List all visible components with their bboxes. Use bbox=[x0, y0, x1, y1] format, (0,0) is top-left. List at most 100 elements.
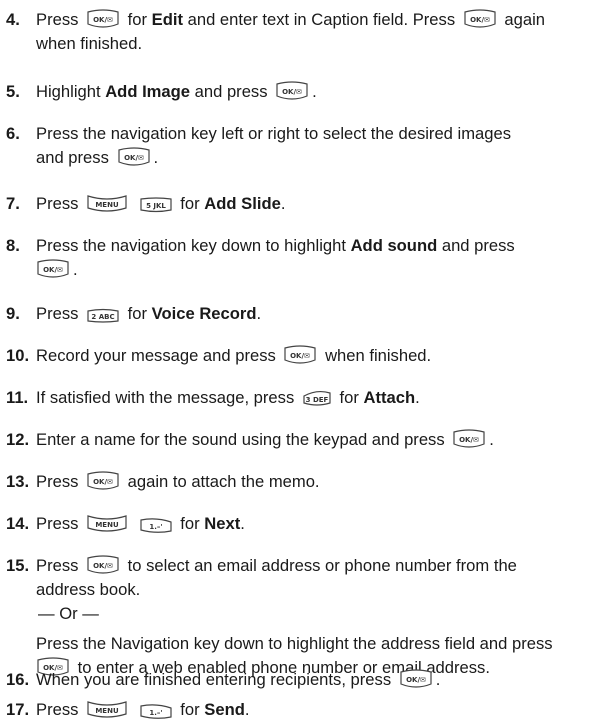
step-text-part: for bbox=[180, 700, 200, 719]
step-text-part: when finished. bbox=[325, 346, 432, 365]
svg-text:MENU: MENU bbox=[95, 521, 119, 529]
svg-text:MENU: MENU bbox=[95, 201, 119, 209]
step-number: 17. bbox=[6, 700, 30, 719]
step-text: Highlight Add Image and press OK/✉. bbox=[36, 80, 596, 104]
step-text-part: for bbox=[180, 194, 200, 213]
step-text: Press OK/✉ to select an email address or… bbox=[36, 554, 596, 680]
ok-key-icon: OK/✉ bbox=[275, 80, 309, 102]
step-text-part: Press bbox=[36, 194, 79, 213]
ok-key-icon: OK/✉ bbox=[399, 668, 433, 690]
step-text-part: When you are finished entering recipient… bbox=[36, 670, 392, 689]
svg-text:OK/✉: OK/✉ bbox=[124, 154, 144, 162]
step-text-part: to select an email address or phone numb… bbox=[127, 556, 517, 575]
step-text-part: and press bbox=[36, 148, 109, 167]
svg-text:OK/✉: OK/✉ bbox=[406, 676, 426, 684]
step-text-part: Press bbox=[36, 472, 79, 491]
step-text-part: . bbox=[240, 514, 245, 533]
step-keyword: Voice Record bbox=[151, 304, 257, 323]
step-text-part: for bbox=[339, 388, 359, 407]
step-number: 6. bbox=[6, 124, 20, 143]
step-text-part: and press bbox=[441, 236, 515, 255]
step-keyword: Next bbox=[204, 514, 241, 533]
step-number: 8. bbox=[6, 236, 20, 255]
svg-text:OK/✉: OK/✉ bbox=[93, 16, 113, 24]
step-number: 15. bbox=[6, 556, 30, 575]
step-text-part: . bbox=[256, 304, 262, 323]
step-text: Press 2 ABC for Voice Record. bbox=[36, 302, 596, 326]
step-text: If satisfied with the message, press 3 D… bbox=[36, 386, 596, 410]
step-number: 14. bbox=[6, 514, 30, 533]
ok-key-icon: OK/✉ bbox=[452, 428, 486, 450]
step-text: Press MENU 5 JKL for Add Slide. bbox=[36, 192, 596, 216]
step-text-part: for bbox=[127, 304, 148, 323]
step-number: 7. bbox=[6, 194, 20, 213]
step-keyword: Attach bbox=[363, 388, 416, 407]
step-text-part: again to attach the memo. bbox=[127, 472, 320, 491]
step-text-part: Press the navigation key left or right t… bbox=[36, 124, 512, 143]
step-number: 12. bbox=[6, 430, 30, 449]
key-5-icon: 5 JKL bbox=[139, 196, 173, 214]
svg-text:OK/✉: OK/✉ bbox=[291, 352, 311, 360]
step-keyword: Add Image bbox=[105, 82, 191, 101]
step-text: Record your message and press OK/✉ when … bbox=[36, 344, 596, 368]
step-text: Press MENU 1.–' for Send. bbox=[36, 698, 596, 722]
step-text-part: address book. bbox=[36, 580, 141, 599]
step-text-part: Highlight bbox=[36, 82, 101, 101]
step-text-part: . bbox=[280, 194, 286, 213]
step-number: 13. bbox=[6, 472, 30, 491]
step-text-part: Press bbox=[36, 556, 79, 575]
menu-key-icon: MENU bbox=[86, 700, 128, 720]
step-text-part: Press the Navigation key down to highlig… bbox=[36, 634, 553, 653]
step-text: Press the navigation key down to highlig… bbox=[36, 234, 596, 282]
key-1-icon: 1.–' bbox=[139, 702, 173, 720]
step-text-part: and enter text in Caption field. Press bbox=[187, 10, 456, 29]
ok-key-icon: OK/✉ bbox=[117, 146, 151, 168]
step-text: Press OK/✉ for Edit and enter text in Ca… bbox=[36, 8, 596, 56]
step-text: Press the navigation key left or right t… bbox=[36, 122, 596, 170]
svg-text:3 DEF: 3 DEF bbox=[306, 396, 329, 404]
ok-key-icon: OK/✉ bbox=[86, 554, 120, 576]
step-text: Enter a name for the sound using the key… bbox=[36, 428, 596, 452]
step-text: Press OK/✉ again to attach the memo. bbox=[36, 470, 596, 494]
step-text: When you are finished entering recipient… bbox=[36, 668, 596, 692]
ok-key-icon: OK/✉ bbox=[36, 258, 70, 280]
svg-text:OK/✉: OK/✉ bbox=[43, 266, 63, 274]
svg-text:OK/✉: OK/✉ bbox=[459, 436, 479, 444]
menu-key-icon: MENU bbox=[86, 194, 128, 214]
ok-key-icon: OK/✉ bbox=[86, 470, 120, 492]
key-3-icon: 3 DEF bbox=[302, 388, 332, 408]
step-text-part: again bbox=[504, 10, 545, 29]
step-text-part: for bbox=[127, 10, 148, 29]
step-text-part: . bbox=[312, 82, 317, 101]
step-text-part: Enter a name for the sound using the key… bbox=[36, 430, 445, 449]
step-number: 10. bbox=[6, 346, 30, 365]
step-text-part: Press bbox=[36, 514, 79, 533]
svg-text:5 JKL: 5 JKL bbox=[146, 202, 166, 210]
ok-key-icon: OK/✉ bbox=[463, 8, 497, 30]
step-text: Press MENU 1.–' for Next. bbox=[36, 512, 596, 536]
step-text-part: and press bbox=[194, 82, 268, 101]
step-text-part: Press bbox=[36, 10, 79, 29]
step-text-part: Record your message and press bbox=[36, 346, 276, 365]
step-text-part: when finished. bbox=[36, 34, 143, 53]
step-text-part: . bbox=[73, 260, 78, 279]
step-keyword: Send bbox=[204, 700, 245, 719]
svg-text:1.–': 1.–' bbox=[149, 523, 162, 531]
key-1-icon: 1.–' bbox=[139, 516, 173, 534]
svg-text:1.–': 1.–' bbox=[149, 709, 162, 717]
svg-text:MENU: MENU bbox=[95, 707, 119, 715]
step-keyword: Add Slide bbox=[204, 194, 281, 213]
step-text-part: Press the navigation key down to highlig… bbox=[36, 236, 346, 255]
key-2-icon: 2 ABC bbox=[86, 306, 120, 324]
svg-text:OK/✉: OK/✉ bbox=[282, 88, 302, 96]
step-number: 4. bbox=[6, 10, 20, 29]
menu-key-icon: MENU bbox=[86, 514, 128, 534]
step-text-part: . bbox=[415, 388, 420, 407]
svg-text:OK/✉: OK/✉ bbox=[93, 478, 113, 486]
step-number: 16. bbox=[6, 670, 30, 689]
step-number: 5. bbox=[6, 82, 20, 101]
step-number: 11. bbox=[6, 388, 29, 407]
instruction-page: 4. Press OK/✉ for Edit and enter text in… bbox=[0, 0, 600, 726]
step-text-part: Press bbox=[36, 304, 79, 323]
svg-text:OK/✉: OK/✉ bbox=[470, 16, 490, 24]
